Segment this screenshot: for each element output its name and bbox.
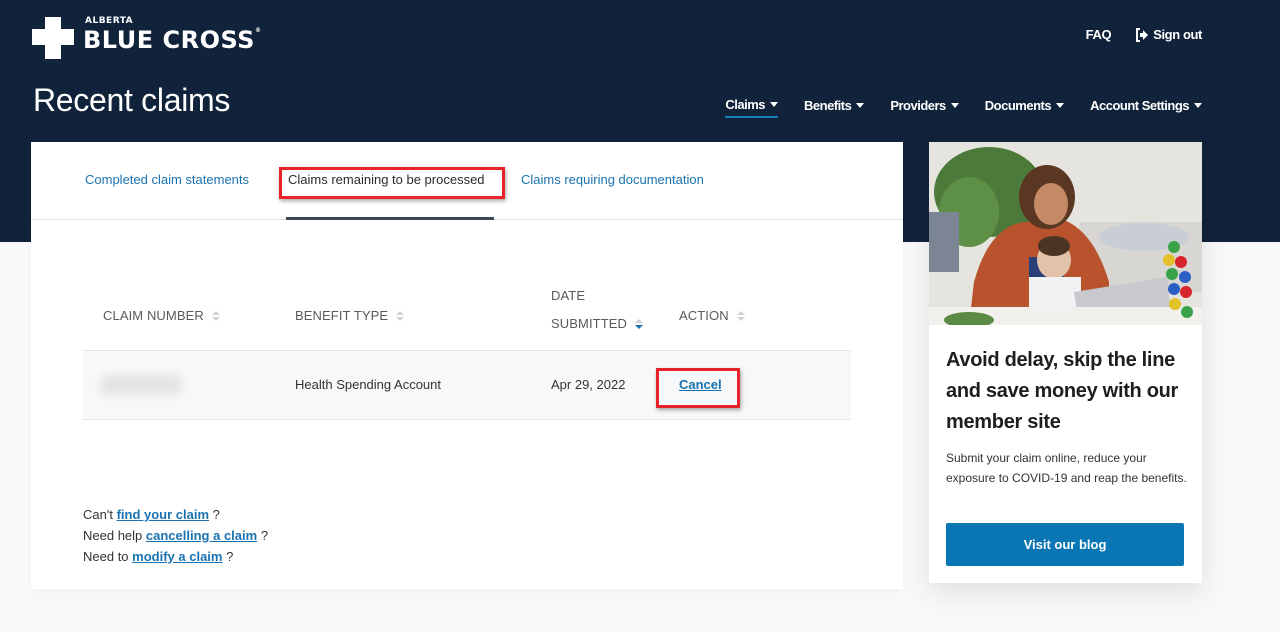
logo-large-text: BLUE CROSS® xyxy=(83,26,262,54)
active-tab-indicator xyxy=(286,217,494,220)
claims-tabs: Completed claim statements Claims remain… xyxy=(31,142,903,220)
column-header-claim-number[interactable]: CLAIM NUMBER xyxy=(103,306,220,326)
tab-completed-claim-statements[interactable]: Completed claim statements xyxy=(85,172,249,187)
modify-a-claim-link[interactable]: modify a claim xyxy=(132,549,222,564)
nav-benefits[interactable]: Benefits xyxy=(804,97,865,118)
nav-providers[interactable]: Providers xyxy=(890,97,959,118)
nav-documents[interactable]: Documents xyxy=(985,97,1065,118)
claims-card: Completed claim statements Claims remain… xyxy=(31,142,903,589)
cancelling-a-claim-link[interactable]: cancelling a claim xyxy=(146,528,257,543)
promo-title: Avoid delay, skip the line and save mone… xyxy=(946,349,1179,433)
sort-icon xyxy=(211,311,220,321)
claim-number-redacted xyxy=(101,375,181,395)
table-header: CLAIM NUMBER BENEFIT TYPE DATE SUBMITTED… xyxy=(83,272,851,350)
sort-icon xyxy=(396,311,405,321)
caret-down-icon xyxy=(1194,103,1202,108)
date-submitted-cell: Apr 29, 2022 xyxy=(551,377,626,392)
column-header-action[interactable]: ACTION xyxy=(679,306,745,326)
column-header-date-submitted[interactable]: DATE SUBMITTED xyxy=(551,286,661,334)
promo-body: Submit your claim online, reduce your ex… xyxy=(946,451,1187,485)
main-nav: Claims Benefits Providers Documents Acco… xyxy=(725,97,1202,118)
promo-card: Avoid delay, skip the line and save mone… xyxy=(929,142,1202,583)
logo-small-text: ALBERTA xyxy=(85,16,134,26)
table-row: Health Spending Account Apr 29, 2022 Can… xyxy=(83,350,851,420)
sort-descending-icon xyxy=(635,319,644,329)
faq-link[interactable]: FAQ xyxy=(1086,27,1112,42)
utility-nav: FAQ Sign out xyxy=(1086,27,1203,42)
nav-account-settings[interactable]: Account Settings xyxy=(1090,97,1202,118)
caret-down-icon xyxy=(770,102,779,107)
sign-out-link[interactable]: Sign out xyxy=(1135,27,1202,42)
find-your-claim-link[interactable]: find your claim xyxy=(117,507,209,522)
caret-down-icon xyxy=(1056,103,1065,108)
help-line-modify: Need to modify a claim ? xyxy=(83,549,234,564)
page-title: Recent claims xyxy=(33,82,231,118)
caret-down-icon xyxy=(950,103,959,108)
sort-icon xyxy=(736,311,745,321)
claims-table: CLAIM NUMBER BENEFIT TYPE DATE SUBMITTED… xyxy=(83,272,851,420)
help-line-cancel: Need help cancelling a claim ? xyxy=(83,528,269,543)
visit-blog-button[interactable]: Visit our blog xyxy=(946,523,1184,566)
sign-out-icon xyxy=(1135,27,1149,42)
column-header-benefit-type[interactable]: BENEFIT TYPE xyxy=(295,306,405,326)
help-line-find: Can't find your claim ? xyxy=(83,507,220,522)
promo-image xyxy=(929,142,1202,325)
caret-down-icon xyxy=(856,103,865,108)
help-links: Can't find your claim ? Need help cancel… xyxy=(83,504,268,567)
cancel-highlight-box xyxy=(656,368,740,408)
nav-claims[interactable]: Claims xyxy=(725,97,779,118)
tab-highlight-box xyxy=(279,167,505,199)
tab-claims-requiring-documentation[interactable]: Claims requiring documentation xyxy=(521,172,704,187)
alberta-blue-cross-logo[interactable]: ALBERTA BLUE CROSS® xyxy=(31,16,261,60)
cross-logo-icon xyxy=(31,16,75,60)
benefit-type-cell: Health Spending Account xyxy=(295,377,441,392)
